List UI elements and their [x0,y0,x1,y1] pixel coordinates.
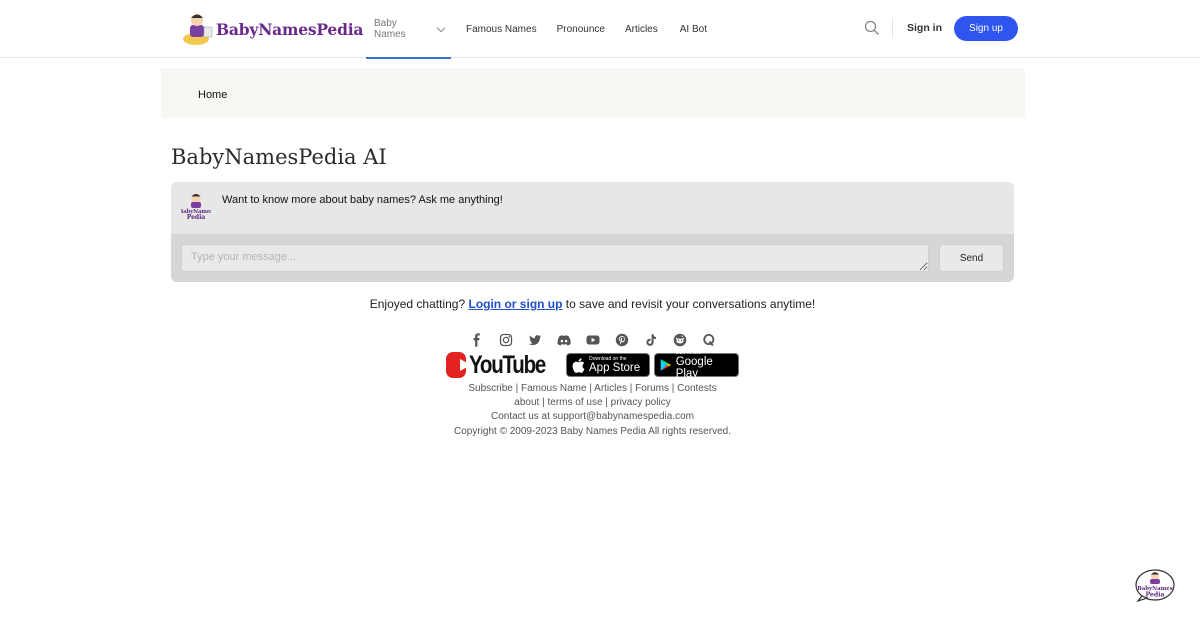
nav-ai-bot[interactable]: AI Bot [673,0,714,58]
breadcrumb-home[interactable]: Home [198,89,227,101]
footer-contests-link[interactable]: Contests [677,383,716,394]
pinterest-icon[interactable] [607,331,636,349]
nav-articles[interactable]: Articles [618,0,665,58]
svg-text:Pedia: Pedia [187,214,206,221]
mascot-logo-icon [183,14,213,45]
login-signup-link[interactable]: Login or sign up [468,297,562,311]
header-divider [892,18,893,38]
nav-famous-names-label: Famous Names [466,23,537,35]
sign-up-label: Sign up [969,23,1003,34]
breadcrumb: Home [161,68,1025,118]
sign-in-link[interactable]: Sign in [907,22,942,34]
app-store-badge[interactable]: Download on the App Store [566,353,650,377]
nav-baby-names-label: Baby Names [374,18,406,40]
footer-privacy-link[interactable]: privacy policy [611,397,671,408]
login-prompt-before: Enjoyed chatting? [369,297,469,311]
google-play-icon [660,359,672,371]
footer-links-primary: Subscribe | Famous Name | Articles | For… [468,383,717,394]
svg-text:Pedia: Pedia [1145,592,1164,599]
app-badges: YouTube Download on the App Store GET IT… [446,350,739,380]
bot-message-text: Want to know more about baby names? Ask … [222,194,503,206]
tiktok-icon[interactable] [636,331,665,349]
footer-links-secondary: about | terms of use | privacy policy [514,397,671,408]
chat-box: BabyNames Pedia Want to know more about … [171,182,1014,282]
youtube-play-icon [446,352,472,378]
footer-subscribe-link[interactable]: Subscribe [468,383,512,394]
apple-icon [572,357,585,373]
nav-ai-bot-label: AI Bot [679,23,707,35]
nav-articles-label: Articles [624,23,658,35]
social-links [462,331,723,349]
footer-articles-link[interactable]: Articles [594,383,627,394]
chat-message-input[interactable] [181,244,929,272]
bot-message-row: BabyNames Pedia Want to know more about … [171,182,1014,234]
nav-baby-names[interactable]: Baby Names [366,0,451,59]
site-header: BabyNamesPedia Baby Names Famous Names P… [0,0,1200,59]
nav-pronounce[interactable]: Pronounce [550,0,612,58]
footer-about-link[interactable]: about [514,397,539,408]
app-store-big-text: App Store [589,361,641,374]
login-prompt: Enjoyed chatting? Login or sign up to sa… [0,297,1185,311]
search-icon[interactable] [864,20,880,36]
footer-forums-link[interactable]: Forums [635,383,669,394]
reddit-icon[interactable] [665,331,694,349]
send-label: Send [959,252,984,264]
instagram-icon[interactable] [491,331,520,349]
footer-copyright: Copyright © 2009-2023 Baby Names Pedia A… [454,426,731,437]
chatbot-launcher-icon[interactable]: BabyNames Pedia [1134,568,1176,602]
page-title: BabyNamesPedia AI [171,145,387,169]
chat-input-area: Send [171,234,1014,282]
bot-avatar-icon: BabyNames Pedia [181,193,211,221]
twitter-icon[interactable] [520,331,549,349]
logo-text: BabyNamesPedia [216,19,364,39]
youtube-icon[interactable] [578,331,607,349]
nav-famous-names[interactable]: Famous Names [459,0,544,58]
youtube-subscribe-badge[interactable]: YouTube [446,350,562,379]
sign-up-button[interactable]: Sign up [954,16,1018,41]
send-button[interactable]: Send [939,244,1004,272]
footer-terms-link[interactable]: terms of use [547,397,602,408]
discord-icon[interactable] [549,331,578,349]
youtube-wordmark: YouTube [469,350,546,379]
google-play-big-text: Google Play [675,355,713,380]
login-prompt-after: to save and revisit your conversations a… [562,297,816,311]
site-logo[interactable]: BabyNamesPedia [182,10,363,48]
google-play-badge[interactable]: GET IT ON Google Play [654,350,739,380]
facebook-icon[interactable] [462,331,491,349]
main-nav: Baby Names Famous Names Pronounce Articl… [366,0,714,59]
footer-famous-name-link[interactable]: Famous Name [521,383,587,394]
footer-contact: Contact us at support@babynamespedia.com [490,411,695,422]
nav-pronounce-label: Pronounce [556,23,605,35]
quora-icon[interactable] [694,331,723,349]
chevron-down-icon [436,23,446,32]
